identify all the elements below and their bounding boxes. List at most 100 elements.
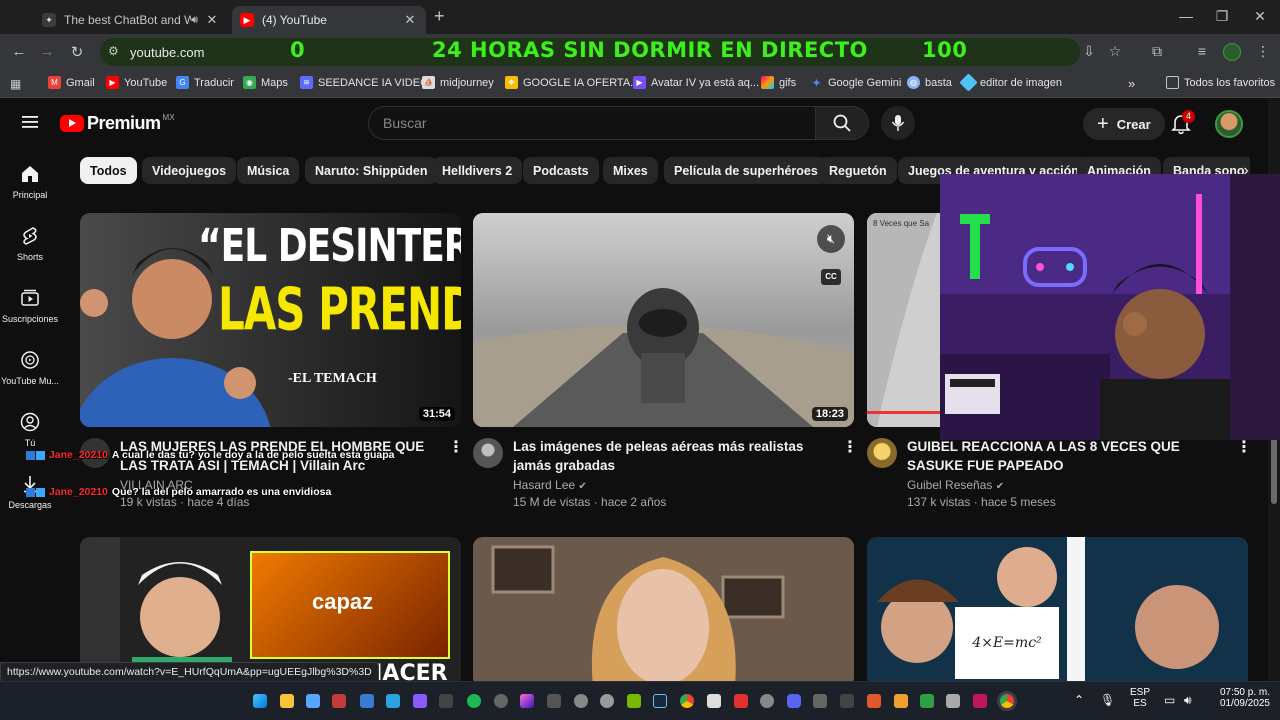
close-tab-icon[interactable]: ✕ [204, 12, 220, 28]
captions-button[interactable]: CC [821, 269, 841, 285]
app-icon[interactable] [494, 694, 508, 708]
channel-avatar[interactable] [473, 438, 503, 468]
extensions-icon[interactable]: ⧉ [1148, 43, 1166, 60]
chrome-active-icon[interactable] [1000, 694, 1014, 708]
more-actions-icon[interactable]: ⋮ [842, 437, 858, 457]
chip-regueton[interactable]: Reguetón [819, 157, 897, 184]
steam-icon[interactable] [653, 694, 667, 708]
chrome-icon[interactable] [680, 694, 694, 708]
minimize-button[interactable]: — [1176, 8, 1196, 24]
search-button[interactable] [815, 106, 869, 140]
mute-icon[interactable]: 🔇︎ [817, 225, 845, 253]
create-button[interactable]: + Crear [1083, 108, 1165, 140]
bookmark-avatar[interactable]: ▶ Avatar IV ya está aq... [633, 76, 759, 89]
app-icon[interactable] [574, 694, 588, 708]
all-bookmarks[interactable]: Todos los favoritos [1166, 76, 1275, 89]
video-title[interactable]: GUIBEL REACCIONA A LAS 8 VECES QUE SASUK… [907, 437, 1217, 475]
chip-podcasts[interactable]: Podcasts [523, 157, 599, 184]
discord-icon[interactable] [787, 694, 801, 708]
notifications-button[interactable]: 4 [1170, 110, 1196, 136]
forward-icon[interactable]: → [38, 43, 56, 60]
telegram-icon[interactable] [386, 694, 400, 708]
sidebar-item-shorts[interactable]: Shorts [0, 225, 60, 262]
sidebar-item-principal[interactable]: Principal [0, 163, 60, 200]
site-info-icon[interactable]: ⚙ [108, 44, 119, 58]
bookmark-gmail[interactable]: M Gmail [48, 76, 95, 89]
app-icon[interactable] [734, 694, 748, 708]
store-icon[interactable] [306, 694, 320, 708]
chip-naruto[interactable]: Naruto: Shippūden [305, 157, 438, 184]
install-app-icon[interactable]: ⇩ [1080, 43, 1098, 60]
app-icon[interactable] [707, 694, 721, 708]
camera-icon[interactable] [547, 694, 561, 708]
app-icon[interactable] [360, 694, 374, 708]
xbox-icon[interactable] [920, 694, 934, 708]
chip-todos[interactable]: Todos [80, 157, 137, 184]
chip-mixes[interactable]: Mixes [603, 157, 658, 184]
video-thumbnail[interactable]: capaz HACER [80, 537, 461, 681]
new-tab-button[interactable]: + [434, 6, 445, 27]
network-icon[interactable]: ▭ [1164, 693, 1175, 707]
more-actions-icon[interactable]: ⋮ [448, 437, 464, 457]
bookmark-basta[interactable]: ◍ basta [907, 76, 952, 89]
clock[interactable]: 07:50 p. m. 01/09/2025 [1208, 687, 1270, 709]
video-thumbnail[interactable]: “EL DESINTERÉS LAS PRENDE” -EL TEMACH 31… [80, 213, 461, 427]
app-icon[interactable] [332, 694, 346, 708]
sidebar-item-tu[interactable]: Tú [0, 411, 60, 448]
mic-tray-icon[interactable]: 🎙︎ [1100, 693, 1115, 707]
spotify-icon[interactable] [467, 694, 481, 708]
start-icon[interactable] [253, 694, 267, 708]
volume-icon[interactable]: 🔊︎ [1184, 693, 1192, 708]
app-icon[interactable] [867, 694, 881, 708]
share-icon[interactable] [946, 694, 960, 708]
sidebar-item-youtube-music[interactable]: YouTube Mu... [0, 349, 60, 386]
account-avatar[interactable] [1215, 110, 1243, 138]
file-explorer-icon[interactable] [280, 694, 294, 708]
reading-list-icon[interactable]: ≡ [1193, 43, 1211, 59]
address-bar[interactable]: ⚙ youtube.com 0 24 HORAS SIN DORMIR EN D… [100, 38, 1080, 66]
search-input[interactable] [368, 106, 816, 140]
settings-icon[interactable] [760, 694, 774, 708]
channel-name[interactable]: Guibel Reseñas ✔ [907, 478, 1004, 492]
nvidia-icon[interactable] [627, 694, 641, 708]
reload-icon[interactable]: ↻ [68, 43, 86, 61]
more-actions-icon[interactable]: ⋮ [1236, 437, 1252, 457]
app-icon[interactable] [973, 694, 987, 708]
bookmark-midjourney[interactable]: ⛵ midjourney [422, 76, 494, 89]
app-icon[interactable] [894, 694, 908, 708]
video-thumbnail[interactable]: 🔇︎ CC 18:23 [473, 213, 854, 427]
close-window-button[interactable]: ✕ [1250, 8, 1270, 25]
tab-chatbot[interactable]: ✦ The best ChatBot and Widg 🔊︎ ✕ [34, 6, 228, 34]
tab-youtube[interactable]: ▶ (4) YouTube ✕ [232, 6, 426, 34]
app-icon[interactable] [840, 694, 854, 708]
bookmark-gemini[interactable]: ✦ Google Gemini [810, 76, 901, 90]
language-indicator[interactable]: ESP ES [1126, 687, 1154, 709]
bookmark-editor[interactable]: editor de imagen [959, 73, 1062, 92]
tray-overflow-icon[interactable]: ⌃ [1074, 693, 1084, 707]
chip-musica[interactable]: Música [237, 157, 300, 184]
voice-search-button[interactable] [881, 106, 915, 140]
hamburger-menu-icon[interactable] [20, 113, 40, 136]
speaker-icon[interactable]: 🔊︎ [191, 14, 198, 27]
obs-icon[interactable] [600, 694, 614, 708]
chip-superheroes[interactable]: Película de superhéroes [664, 157, 828, 184]
sidebar-item-suscripciones[interactable]: Suscripciones [0, 287, 60, 324]
app-icon[interactable] [813, 694, 827, 708]
bookmark-google-ia[interactable]: ❖ GOOGLE IA OFERTA... [505, 76, 639, 89]
app-icon[interactable] [413, 694, 427, 708]
chip-videojuegos[interactable]: Videojuegos [142, 157, 237, 184]
app-icon[interactable] [520, 694, 534, 708]
more-bookmarks-icon[interactable]: » [1128, 76, 1135, 91]
channel-avatar[interactable] [867, 438, 897, 468]
bookmark-youtube[interactable]: ▶ YouTube [106, 76, 167, 89]
back-icon[interactable]: ← [10, 43, 28, 60]
bookmark-gifs[interactable]: gifs [761, 76, 796, 89]
maximize-button[interactable]: ❐ [1212, 8, 1232, 25]
channel-name[interactable]: Hasard Lee ✔ [513, 478, 587, 492]
apps-grid-icon[interactable]: ▦ [10, 77, 21, 91]
bookmark-seedance[interactable]: ≋ SEEDANCE IA VIDEO [300, 76, 429, 89]
bookmark-traducir[interactable]: G Traducir [176, 76, 234, 89]
menu-kebab-icon[interactable]: ⋮ [1254, 43, 1272, 60]
video-thumbnail[interactable] [473, 537, 854, 681]
video-title[interactable]: Las imágenes de peleas aéreas más realis… [513, 437, 833, 475]
